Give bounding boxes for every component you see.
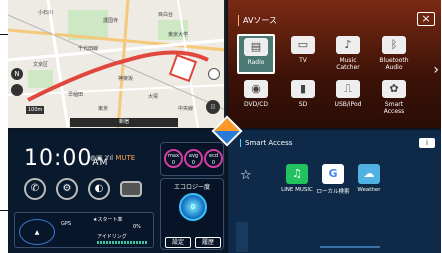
- app-label: ローカル検索: [316, 189, 350, 195]
- drive-stats: ▲ GPS ★スタート率 0% アイドリング: [14, 212, 154, 248]
- app-label: Weather: [357, 187, 381, 193]
- map-label: 文京区: [33, 61, 48, 68]
- compass-icon[interactable]: N: [11, 68, 23, 80]
- radio-icon: ▤: [244, 38, 268, 56]
- smart-access-panel: Smart Access i ☆ ♫ LINE MUSIC G ローカル検索 ☁…: [228, 130, 441, 253]
- gauge-avg: avg 0: [184, 149, 203, 168]
- tile-label: Radio: [247, 59, 265, 66]
- eco-gauge: 0: [179, 193, 207, 221]
- head-unit-screen: 小石川 護国寺 目白台 千代田線 東京大学 文京区 神楽坂 大塚 早稲田 中央線…: [8, 0, 441, 253]
- google-icon: G: [322, 164, 344, 184]
- eco-history-button[interactable]: 履歴: [195, 237, 221, 248]
- music-catcher-icon: ♪: [336, 36, 360, 54]
- usb-icon: ⎍: [336, 80, 360, 98]
- tile-label: SD: [298, 101, 308, 108]
- chevron-right-icon[interactable]: ›: [433, 62, 439, 78]
- app-local-search[interactable]: G ローカル検索: [316, 164, 350, 195]
- tile-dvd-cd[interactable]: ◉ DVD/CD: [237, 78, 275, 118]
- smart-access-icon: ✿: [382, 80, 406, 98]
- status-icons: ◍▣ Yıl MUTE: [90, 154, 136, 162]
- map-label: 目白台: [158, 11, 173, 18]
- map-label: 護国寺: [103, 17, 118, 24]
- line-music-icon: ♫: [286, 164, 308, 184]
- av-source-panel: AVソース × ▤ Radio ▭ TV ♪ Music Catcher ᛒ B…: [228, 0, 441, 128]
- tile-sd[interactable]: ▮ SD: [284, 78, 322, 118]
- mute-indicator: MUTE: [115, 154, 136, 162]
- map-label: 東京: [98, 105, 108, 112]
- tv-icon: ▭: [291, 36, 315, 54]
- tile-usb-ipod[interactable]: ⎍ USB/iPod: [329, 78, 367, 118]
- map-view-button[interactable]: [11, 84, 23, 96]
- weather-icon: ☁: [358, 164, 380, 184]
- disc-icon: ◉: [244, 80, 268, 98]
- map-menu-icon[interactable]: ⁞⁞: [206, 100, 220, 114]
- tile-label: Music Catcher: [336, 57, 360, 71]
- map-label: 小石川: [38, 9, 53, 16]
- bluetooth-icon: ᛒ: [382, 36, 406, 54]
- gps-indicator: ▲: [19, 219, 55, 245]
- sd-card-icon: ▮: [291, 80, 315, 98]
- zoom-in-button[interactable]: [208, 68, 220, 80]
- app-label: LINE MUSIC: [281, 187, 313, 193]
- eco-panel: エコロジー度 0 設定 履歴: [160, 178, 224, 250]
- fuel-gauges: max 0 avg 0 ecd 0: [160, 142, 224, 176]
- tile-label: Bluetooth Audio: [379, 57, 409, 71]
- map-panel[interactable]: 小石川 護国寺 目白台 千代田線 東京大学 文京区 神楽坂 大塚 早稲田 中央線…: [8, 0, 226, 128]
- tile-smart-access[interactable]: ✿ Smart Access: [375, 78, 413, 118]
- eco-settings-button[interactable]: 設定: [165, 237, 191, 248]
- tile-radio[interactable]: ▤ Radio: [237, 34, 275, 74]
- map-label: 早稲田: [68, 91, 83, 98]
- map-scale: 100m: [26, 106, 45, 114]
- eco-title: エコロジー度: [173, 184, 210, 191]
- brightness-icon[interactable]: ◐: [88, 178, 110, 200]
- smart-access-title: Smart Access: [240, 139, 292, 147]
- map-label: 中央線: [178, 105, 193, 112]
- tile-label: TV: [299, 57, 307, 64]
- gauge-max: max 0: [164, 149, 183, 168]
- tile-music-catcher[interactable]: ♪ Music Catcher: [329, 34, 367, 74]
- screen-off-icon[interactable]: [120, 181, 142, 197]
- gauge-ecd: ecd 0: [204, 149, 223, 168]
- start-rate-value: 0%: [133, 224, 141, 230]
- phone-icon[interactable]: ✆: [24, 178, 46, 200]
- tile-bluetooth-audio[interactable]: ᛒ Bluetooth Audio: [375, 34, 413, 74]
- map-label: 東京大学: [168, 31, 188, 38]
- clock-time: 10:00: [24, 146, 93, 171]
- map-label: 大塚: [148, 93, 158, 100]
- map-label: 千代田線: [78, 45, 98, 52]
- tile-label: DVD/CD: [243, 101, 269, 108]
- app-line-music[interactable]: ♫ LINE MUSIC: [280, 164, 314, 193]
- map-label: 神楽坂: [118, 75, 133, 82]
- close-button[interactable]: ×: [417, 12, 435, 26]
- map-status-bar: 新宿: [70, 118, 178, 127]
- av-source-title: AVソース: [238, 15, 277, 26]
- idle-bar: [97, 241, 147, 244]
- star-icon[interactable]: ☆: [240, 168, 252, 183]
- info-icon[interactable]: i: [419, 138, 435, 148]
- tile-label: USB/iPod: [334, 101, 362, 108]
- app-weather[interactable]: ☁ Weather: [352, 164, 386, 193]
- tile-tv[interactable]: ▭ TV: [284, 34, 322, 74]
- tile-label: Smart Access: [383, 101, 405, 115]
- page-indicator: [320, 246, 380, 248]
- start-rate-label: ★スタート率: [93, 217, 123, 223]
- gps-label: GPS: [61, 221, 72, 227]
- idle-label: アイドリング: [97, 234, 127, 240]
- info-panel: 10:00AM ◍▣ Yıl MUTE ✆ ⚙ ◐ max 0 avg 0 ecd 0…: [8, 130, 226, 253]
- side-handle[interactable]: [236, 222, 248, 252]
- settings-icon[interactable]: ⚙: [56, 178, 78, 200]
